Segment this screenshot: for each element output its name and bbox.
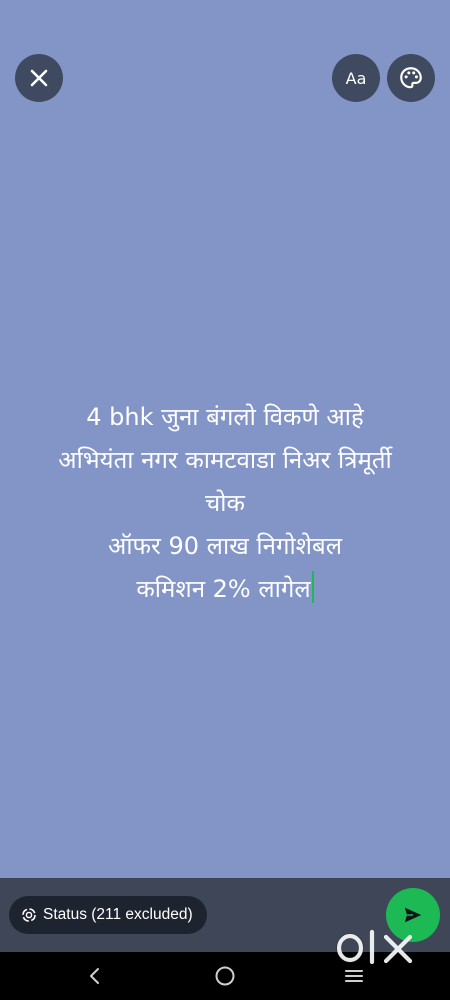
back-icon bbox=[90, 968, 99, 984]
status-text-line: 4 bhk जुना बंगलो विकणे आहे bbox=[86, 403, 364, 431]
close-button[interactable] bbox=[15, 54, 63, 102]
status-audience-button[interactable]: Status (211 excluded) bbox=[9, 896, 207, 934]
status-text-line: अभियंता नगर कामटवाडा निअर त्रिमूर्ती bbox=[58, 446, 392, 474]
status-text-line: चोक bbox=[205, 489, 245, 517]
status-text-input[interactable]: 4 bhk जुना बंगलो विकणे आहे अभियंता नगर क… bbox=[20, 396, 430, 611]
status-text-line-last: कमिशन 2% लागेल bbox=[20, 568, 430, 611]
status-ring-icon bbox=[22, 908, 36, 922]
color-palette-button[interactable] bbox=[387, 54, 435, 102]
status-text-line: कमिशन 2% लागेल bbox=[136, 575, 311, 603]
status-audience-label: Status (211 excluded) bbox=[43, 906, 193, 923]
status-text-line: ऑफर 90 लाख निगोशेबल bbox=[108, 532, 342, 560]
palette-icon bbox=[400, 67, 422, 89]
olx-watermark-logo bbox=[336, 929, 413, 965]
font-style-label: Aa bbox=[345, 68, 367, 88]
nav-home-button[interactable] bbox=[205, 960, 245, 992]
home-icon bbox=[215, 966, 235, 986]
close-icon bbox=[30, 69, 48, 87]
font-style-button[interactable]: Aa bbox=[332, 54, 380, 102]
send-icon bbox=[404, 907, 422, 923]
text-cursor bbox=[311, 571, 314, 603]
nav-back-button[interactable] bbox=[75, 960, 115, 992]
